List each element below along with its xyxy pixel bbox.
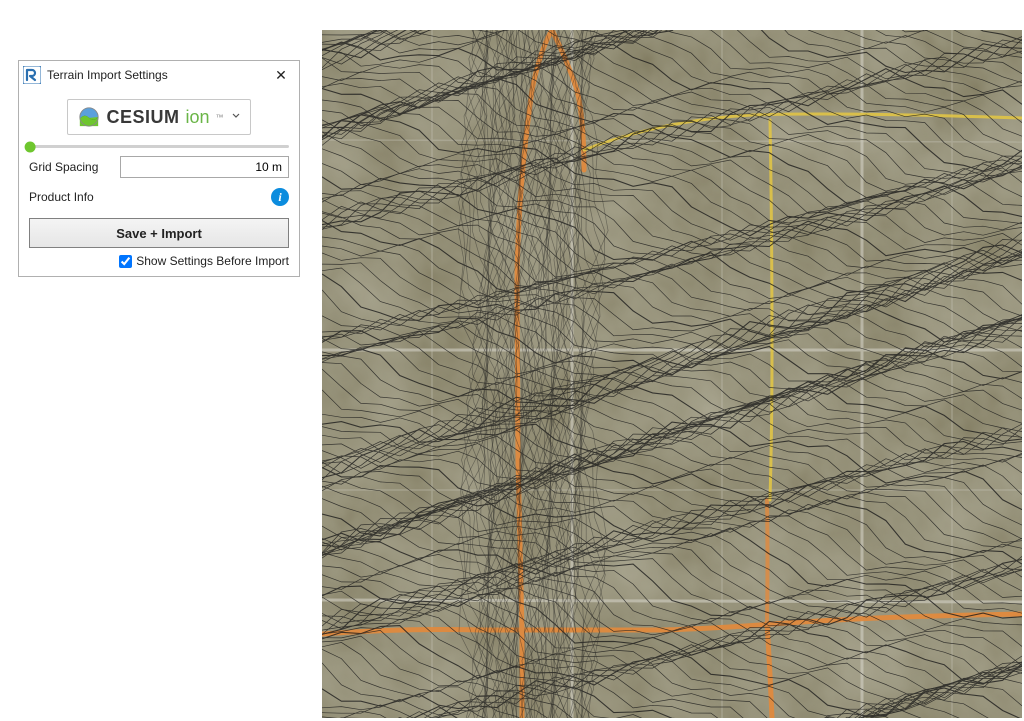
product-info-label: Product Info [29, 190, 271, 204]
show-settings-label[interactable]: Show Settings Before Import [136, 254, 289, 268]
provider-brand: CESIUM [106, 107, 179, 128]
grid-spacing-label: Grid Spacing [29, 160, 112, 174]
provider-sub: ion [185, 107, 209, 128]
terrain-map [322, 30, 1022, 718]
dialog-titlebar: Terrain Import Settings ✕ [19, 61, 299, 91]
info-icon[interactable]: i [271, 188, 289, 206]
cesium-globe-icon [78, 106, 100, 128]
provider-selector-row: CESIUM ion ™ [19, 91, 299, 139]
show-settings-row: Show Settings Before Import [19, 254, 299, 268]
save-import-button[interactable]: Save + Import [29, 218, 289, 248]
grid-spacing-row: Grid Spacing [19, 150, 299, 184]
trademark: ™ [216, 113, 224, 122]
show-settings-checkbox[interactable] [119, 255, 132, 268]
chevron-down-icon [232, 112, 240, 122]
terrain-map-viewport[interactable] [322, 30, 1022, 718]
terrain-import-dialog: Terrain Import Settings ✕ CESIUM ion ™ G… [18, 60, 300, 277]
revit-app-icon [23, 66, 41, 84]
provider-selector[interactable]: CESIUM ion ™ [67, 99, 250, 135]
quality-slider-row [19, 139, 299, 150]
quality-slider[interactable] [29, 145, 289, 148]
close-button[interactable]: ✕ [269, 63, 293, 87]
grid-spacing-input[interactable] [120, 156, 289, 178]
dialog-title: Terrain Import Settings [47, 68, 269, 82]
product-info-row: Product Info i [19, 184, 299, 214]
slider-thumb[interactable] [25, 141, 36, 152]
